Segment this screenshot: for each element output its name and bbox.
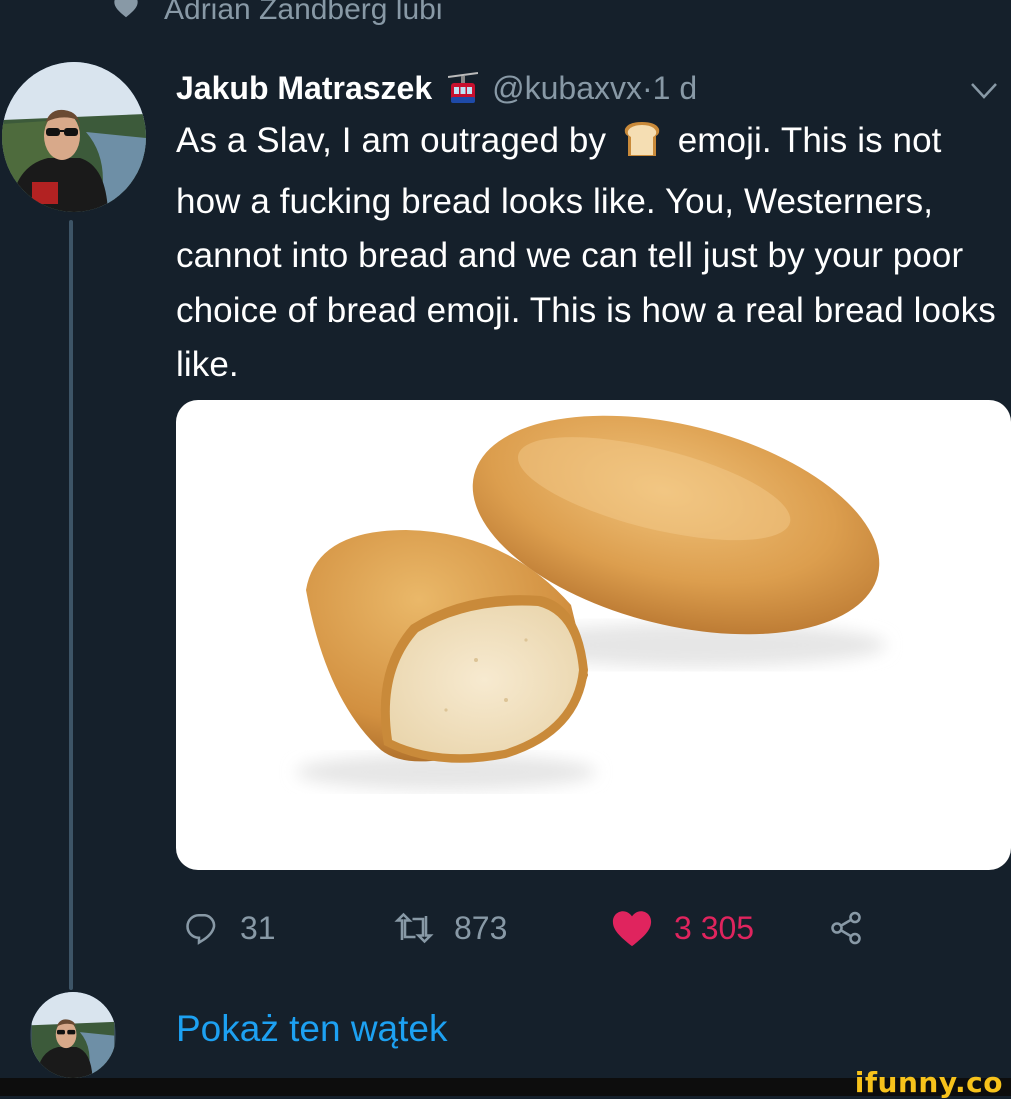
social-context-text: Adrian Zandberg lubi — [164, 0, 443, 26]
retweet-button[interactable]: 873 — [394, 900, 507, 956]
author-name[interactable]: Jakub Matraszek — [176, 70, 432, 107]
reply-button[interactable]: 31 — [184, 900, 276, 956]
retweet-count: 873 — [454, 909, 508, 946]
reply-icon — [186, 913, 216, 945]
author-avatar-small[interactable] — [30, 992, 116, 1078]
share-button[interactable] — [826, 900, 866, 956]
tweet-text-part-2: emoji. This is not how a fucking bread l… — [176, 121, 996, 384]
retweet-icon — [394, 912, 434, 944]
share-icon — [831, 911, 861, 945]
tweet-body: As a Slav, I am outraged by emoji. This … — [176, 114, 1006, 393]
bread-emoji-icon — [622, 120, 662, 175]
reply-count: 31 — [240, 909, 276, 946]
thread-connector-line — [69, 220, 73, 990]
heart-filled-icon — [612, 911, 652, 947]
meta-separator: · — [642, 69, 653, 106]
author-handle[interactable]: @kubaxvx — [492, 70, 642, 107]
tweet-text-part-1: As a Slav, I am outraged by — [176, 121, 616, 160]
show-thread-link[interactable]: Pokaż ten wątek — [176, 1008, 447, 1050]
like-count: 3 305 — [674, 909, 755, 946]
heart-icon — [112, 0, 140, 28]
tweet-timestamp[interactable]: 1 d — [653, 70, 697, 107]
author-avatar[interactable] — [2, 62, 146, 212]
like-button[interactable]: 3 305 — [610, 900, 754, 956]
aerial-tramway-emoji-icon — [448, 71, 479, 105]
social-context: Adrian Zandberg lubi — [112, 0, 443, 32]
tweet-header: Jakub Matraszek @kubaxvx · 1 d — [176, 64, 1001, 112]
ifunny-watermark: ifunny.co — [854, 1066, 1003, 1099]
chevron-down-icon[interactable] — [969, 74, 999, 99]
bread-loaf-photo[interactable] — [176, 400, 1011, 870]
tweet-actions: 31 873 3 305 — [176, 900, 936, 956]
